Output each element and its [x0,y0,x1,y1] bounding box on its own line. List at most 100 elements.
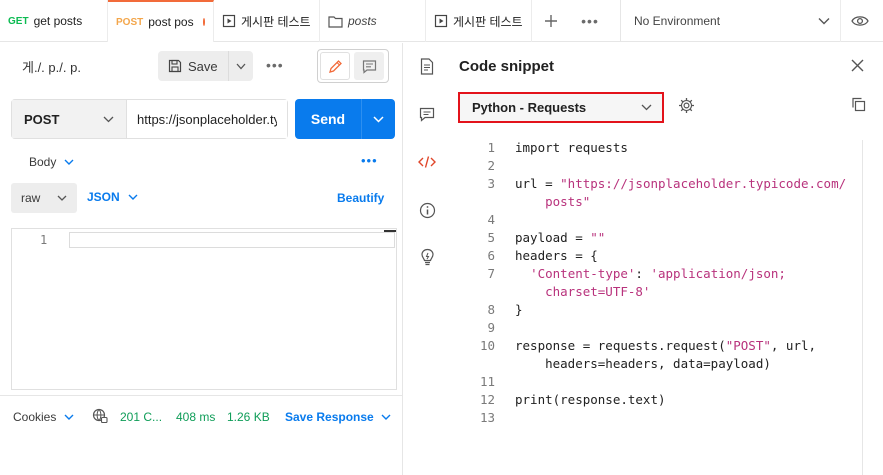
close-panel-button[interactable] [851,59,864,75]
line-number: 10 [479,338,495,353]
more-icon[interactable]: ••• [361,153,378,168]
document-icon [420,57,434,75]
comments-button[interactable] [418,105,436,123]
eye-icon [851,16,869,26]
more-icon[interactable]: ••• [578,11,602,31]
code-text: headers = { [515,247,598,265]
request-info-button[interactable] [418,201,436,219]
send-group: Send [295,99,395,139]
chevron-down-icon [373,115,384,123]
code-token: "" [590,230,606,245]
save-group: Save [158,51,253,81]
tab-runner-1[interactable]: 게시판 테스트 [214,0,320,42]
chevron-down-icon [236,63,246,69]
lightbulb-icon [420,248,434,266]
chevron-down-icon [381,414,391,420]
body-editor[interactable]: 1 [11,228,397,390]
code-text: } [515,301,523,319]
gear-icon [679,98,694,113]
code-token: } [515,302,523,317]
environment-select[interactable]: No Environment [621,0,841,42]
url-input[interactable] [127,100,287,138]
panel-title: Code snippet [459,58,555,75]
code-token: "https://jsonplaceholder.typicode.com/ [560,176,847,191]
tab-get-posts[interactable]: GET get posts [0,0,108,42]
save-options-button[interactable] [229,63,253,70]
code-snippet-panel: Code snippet Python - Requests 1 import r… [449,43,883,475]
line-number: 6 [487,248,495,263]
cookies-toggle[interactable]: Cookies [13,410,74,424]
code-token: , url, [770,338,817,353]
active-line [69,232,395,248]
more-icon[interactable]: ••• [266,57,284,73]
method-label: POST [24,111,60,127]
language-select[interactable]: Python - Requests [458,92,664,123]
tab-method: POST [116,16,144,28]
context-bar [404,43,449,475]
related-collections-button[interactable] [418,248,436,266]
body-format-select[interactable]: JSON [87,190,138,204]
line-number: 12 [479,392,495,407]
code-snippet-button[interactable] [418,153,436,171]
request-title[interactable]: 게./. p./. p. [22,57,81,76]
tab-label: posts [348,14,377,28]
code-token: headers=headers, data=payload) [515,356,771,371]
mode-toggle [317,49,389,83]
documentation-button[interactable] [418,57,436,75]
code-token: posts" [515,194,591,209]
documentation-mode-button[interactable] [354,52,384,80]
chevron-down-icon [128,194,138,200]
comment-icon [362,59,376,74]
unsaved-dot-icon [202,18,205,26]
code-text: payload = "" [515,229,605,247]
tab-runner-2[interactable]: 게시판 테스트 [426,0,532,42]
send-button[interactable]: Send [295,99,362,139]
response-time[interactable]: 408 ms [176,410,215,424]
code-token: import [515,140,561,155]
line-number: 9 [487,320,495,335]
body-type-select[interactable]: raw [11,183,77,213]
line-number: 3 [487,176,495,191]
send-options-button[interactable] [362,99,395,139]
code-text: print(response.text) [515,391,666,409]
response-size[interactable]: 1.26 KB [227,410,270,424]
add-tab-button[interactable] [540,11,562,31]
snippet-settings-button[interactable] [678,97,695,117]
add-icon [545,15,557,27]
line-number: 13 [479,410,495,425]
edit-icon [328,59,342,73]
chevron-down-icon [641,104,652,111]
minimap-marker [384,230,396,232]
url-bar: POST [11,99,288,139]
status-code[interactable]: 201 C... [120,410,162,424]
scrollbar[interactable] [862,140,863,475]
code-token: charset=UTF-8' [515,284,651,299]
tab-post-posts[interactable]: POST post pos [108,0,214,42]
save-icon [168,59,182,73]
code-token: : [635,266,651,281]
method-select[interactable]: POST [12,100,127,138]
code-icon [418,156,436,168]
copy-snippet-button[interactable] [851,97,866,115]
tab-folder-posts[interactable]: posts [320,0,426,42]
code-text: url = "https://jsonplaceholder.typicode.… [515,175,846,193]
beautify-button[interactable]: Beautify [337,191,384,205]
body-tab[interactable]: Body [29,155,74,169]
runner-icon [222,14,236,28]
save-response-button[interactable]: Save Response [285,410,391,424]
line-number: 1 [40,233,48,247]
network-info-button[interactable] [92,408,108,427]
code-token: headers = { [515,248,598,263]
save-label: Save [188,58,218,74]
save-button[interactable]: Save [158,51,229,81]
runner-icon [434,14,448,28]
code-text: 'Content-type': 'application/json; [515,265,786,283]
line-number: 4 [487,212,495,227]
body-format-label: JSON [87,190,120,204]
response-status-bar: Cookies 201 C... 408 ms 1.26 KB Save Res… [0,395,403,435]
line-number: 7 [487,266,495,281]
edit-mode-button[interactable] [320,52,350,80]
environment-quick-look-button[interactable] [848,11,872,31]
body-label: Body [29,155,57,169]
line-number: 1 [487,140,495,155]
